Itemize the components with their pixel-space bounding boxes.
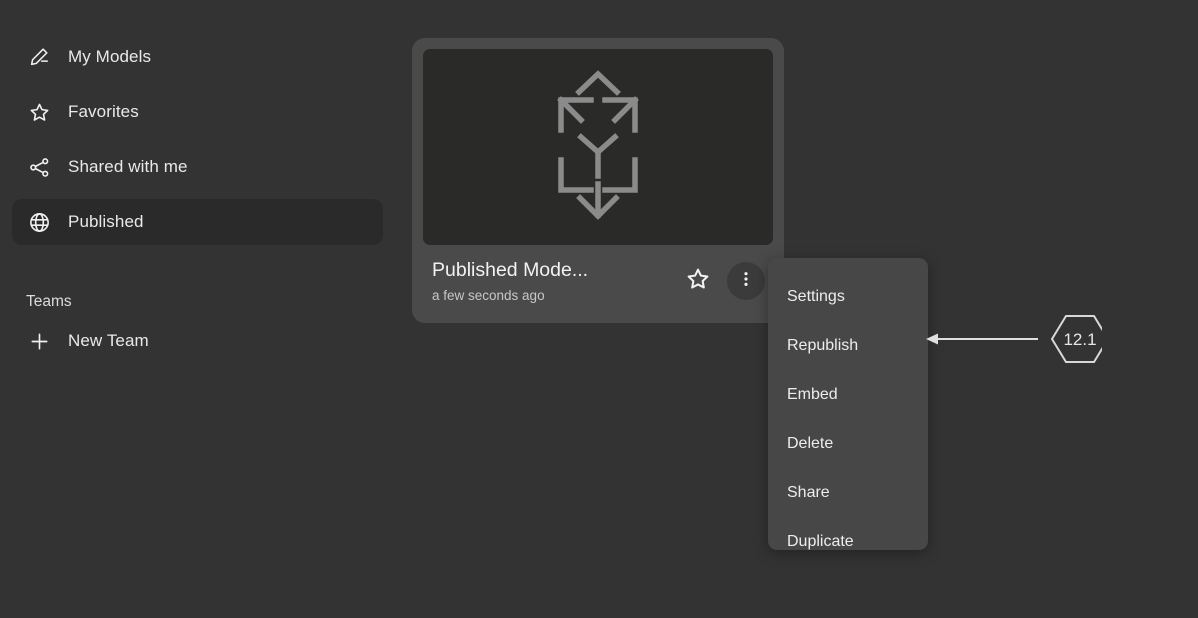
share-icon [26, 154, 52, 180]
sidebar-item-label: Published [68, 212, 144, 231]
menu-item-delete[interactable]: Delete [768, 419, 928, 468]
menu-item-label: Embed [787, 385, 838, 403]
card-footer: Published Mode... a few seconds ago [423, 245, 773, 317]
menu-item-label: Duplicate [787, 532, 854, 550]
globe-icon [26, 209, 52, 235]
sidebar-item-favorites[interactable]: Favorites [12, 89, 383, 135]
menu-item-share[interactable]: Share [768, 468, 928, 517]
model-thumbnail[interactable] [423, 49, 773, 245]
menu-item-embed[interactable]: Embed [768, 370, 928, 419]
model-timestamp: a few seconds ago [432, 288, 545, 303]
menu-item-settings[interactable]: Settings [768, 272, 928, 321]
menu-item-republish[interactable]: Republish [768, 321, 928, 370]
sidebar-item-published[interactable]: Published [12, 199, 383, 245]
annotation-hexagon [1050, 315, 1102, 363]
star-outline-icon [685, 266, 711, 297]
cube-3d-placeholder-icon [533, 60, 663, 235]
model-card[interactable]: Published Mode... a few seconds ago [412, 38, 784, 323]
sidebar-item-my-models[interactable]: My Models [12, 34, 383, 80]
menu-item-label: Republish [787, 336, 859, 354]
sidebar-item-label: Favorites [68, 102, 139, 121]
plus-icon [26, 328, 52, 354]
star-icon [26, 99, 52, 125]
menu-item-duplicate[interactable]: Duplicate [768, 517, 928, 566]
sidebar-item-shared-with-me[interactable]: Shared with me [12, 144, 383, 190]
kebab-menu-icon [736, 269, 756, 294]
new-team-label: New Team [68, 331, 149, 350]
menu-item-label: Share [787, 483, 830, 501]
menu-item-label: Delete [787, 434, 834, 452]
pencil-icon [26, 44, 52, 70]
sidebar: My Models Favorites Shared with me Publi… [0, 0, 395, 618]
new-team-button[interactable]: New Team [12, 319, 383, 363]
sidebar-item-label: Shared with me [68, 157, 188, 176]
model-title: Published Mode... [432, 259, 589, 281]
menu-item-label: Settings [787, 287, 845, 305]
annotation-callout: 12.1 [920, 299, 1102, 381]
favorite-button[interactable] [679, 262, 717, 300]
card-context-menu: Settings Republish Embed Delete Share Du… [768, 258, 928, 550]
sidebar-item-label: My Models [68, 47, 152, 66]
card-texts: Published Mode... a few seconds ago [432, 259, 679, 303]
annotation-badge-text: 12.1 [1063, 330, 1096, 349]
card-menu-button[interactable] [727, 262, 765, 300]
teams-heading: Teams [26, 293, 72, 310]
